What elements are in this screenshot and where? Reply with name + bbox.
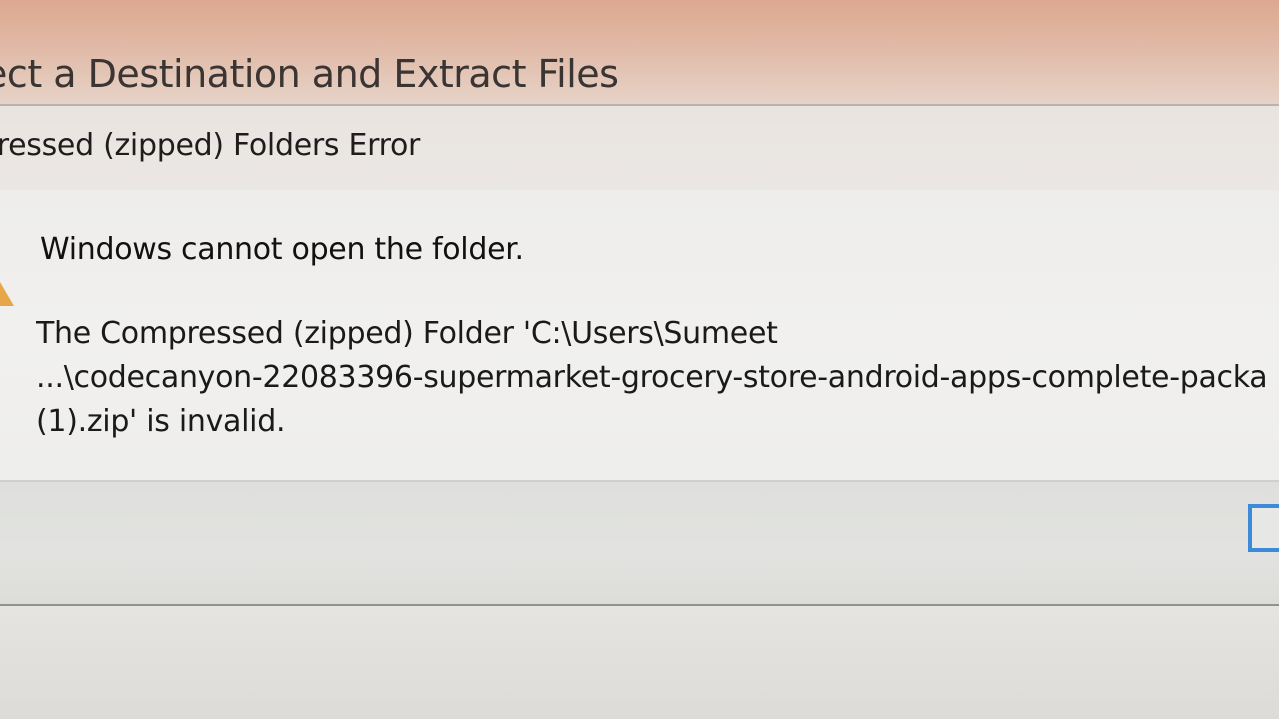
error-message-line: The Compressed (zipped) Folder 'C:\Users… bbox=[36, 316, 778, 351]
dialog-content: Windows cannot open the folder. The Comp… bbox=[0, 190, 1279, 480]
screen: lect a Destination and Extract Files pre… bbox=[0, 0, 1279, 719]
dialog-title: pressed (zipped) Folders Error bbox=[0, 128, 421, 163]
ok-button[interactable] bbox=[1248, 504, 1279, 552]
dialog-button-bar bbox=[0, 480, 1279, 606]
error-message-line: (1).zip' is invalid. bbox=[36, 404, 286, 439]
wizard-title: lect a Destination and Extract Files bbox=[0, 52, 619, 96]
error-message: The Compressed (zipped) Folder 'C:\Users… bbox=[36, 312, 1279, 444]
extract-wizard-title-bar: lect a Destination and Extract Files bbox=[0, 0, 1279, 104]
wizard-body-below bbox=[0, 604, 1279, 719]
error-message-line: ...\codecanyon-22083396-supermarket-groc… bbox=[36, 360, 1268, 395]
main-instruction: Windows cannot open the folder. bbox=[40, 232, 524, 267]
error-dialog: pressed (zipped) Folders Error Windows c… bbox=[0, 104, 1279, 606]
dialog-title-bar: pressed (zipped) Folders Error bbox=[0, 106, 1279, 190]
warning-icon bbox=[0, 282, 14, 306]
